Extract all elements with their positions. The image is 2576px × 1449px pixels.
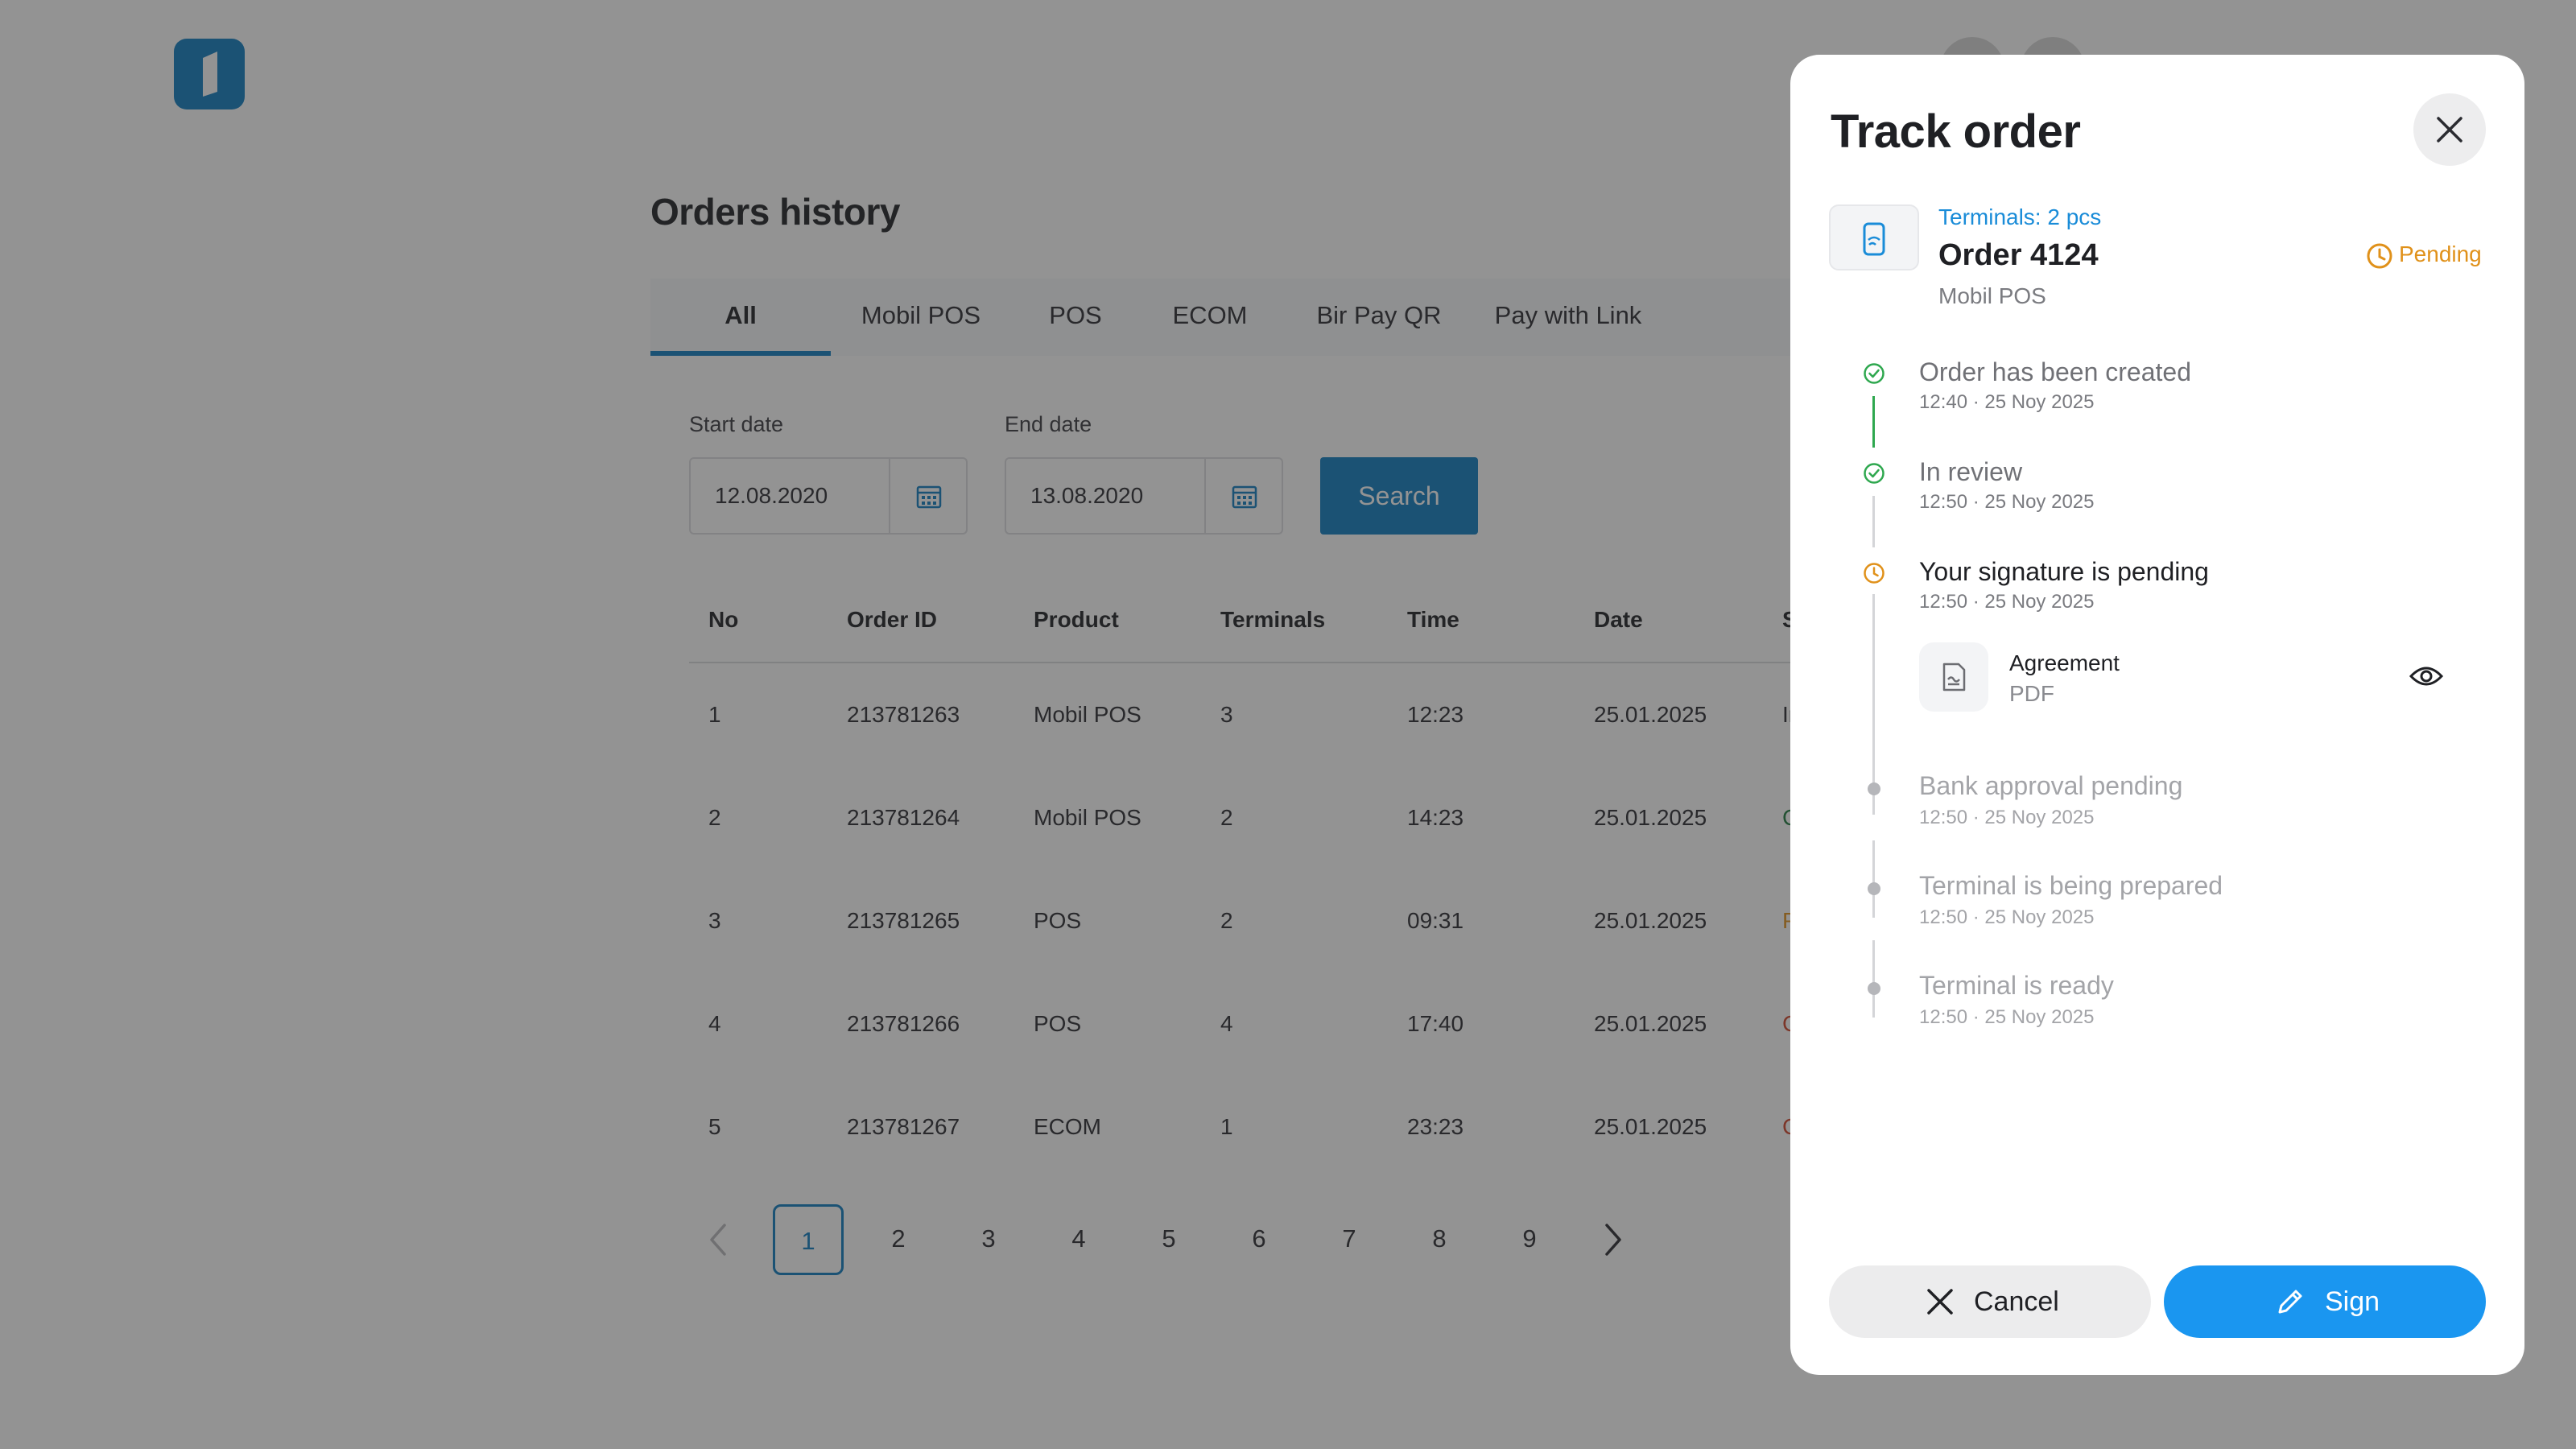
timeline-dot bbox=[1868, 982, 1880, 995]
document-type: PDF bbox=[2009, 681, 2054, 706]
check-circle-icon bbox=[1864, 363, 1885, 384]
close-icon bbox=[2437, 117, 2462, 142]
close-icon bbox=[1927, 1289, 1953, 1315]
sign-button-label: Sign bbox=[2325, 1286, 2380, 1317]
timeline-connector bbox=[1872, 840, 1875, 918]
timeline-step-title: Order has been created bbox=[1919, 357, 2191, 386]
timeline-dot bbox=[1868, 782, 1880, 795]
document-name[interactable]: Agreement bbox=[2009, 650, 2120, 676]
timeline-step-title: Bank approval pending bbox=[1919, 771, 2183, 800]
terminal-icon-box bbox=[1829, 204, 1919, 270]
timeline-step-time: 12:50 · 25 Noy 2025 bbox=[1919, 1006, 2095, 1028]
timeline-step-title: Terminal is being prepared bbox=[1919, 871, 2223, 900]
timeline-step-time: 12:50 · 25 Noy 2025 bbox=[1919, 906, 2095, 928]
status-badge-label: Pending bbox=[2399, 242, 2482, 266]
timeline-connector bbox=[1872, 396, 1875, 448]
timeline-step-time: 12:50 · 25 Noy 2025 bbox=[1919, 807, 2095, 828]
cancel-button-label: Cancel bbox=[1974, 1286, 2059, 1317]
check-circle-icon bbox=[1864, 463, 1885, 484]
timeline-step-time: 12:40 · 25 Noy 2025 bbox=[1919, 391, 2095, 413]
timeline-step-title: In review bbox=[1919, 457, 2023, 486]
order-number: Order 4124 bbox=[1938, 238, 2099, 272]
eye-icon[interactable] bbox=[2409, 663, 2444, 689]
timeline-step-time: 12:50 · 25 Noy 2025 bbox=[1919, 491, 2095, 513]
clock-icon bbox=[1864, 563, 1885, 584]
timeline-connector bbox=[1872, 594, 1875, 815]
document-icon bbox=[1942, 663, 1966, 691]
modal-title: Track order bbox=[1831, 105, 2081, 158]
clock-icon bbox=[2367, 243, 2392, 269]
pencil-icon bbox=[2278, 1290, 2302, 1314]
sign-button[interactable]: Sign bbox=[2164, 1265, 2486, 1338]
terminals-count: Terminals: 2 pcs bbox=[1938, 204, 2102, 229]
order-product: Mobil POS bbox=[1938, 283, 2046, 308]
timeline-step-time: 12:50 · 25 Noy 2025 bbox=[1919, 591, 2095, 613]
timeline-step-title: Your signature is pending bbox=[1919, 557, 2209, 586]
timeline-connector bbox=[1872, 940, 1875, 1018]
document-icon-box[interactable] bbox=[1919, 642, 1988, 712]
close-button[interactable] bbox=[2413, 93, 2486, 166]
timeline-dot bbox=[1868, 882, 1880, 895]
cancel-button[interactable]: Cancel bbox=[1829, 1265, 2151, 1338]
track-order-modal: Track order Terminals: 2 pcs Order 4124 … bbox=[1790, 55, 2524, 1375]
mobile-terminal-icon bbox=[1863, 222, 1885, 256]
timeline-step-title: Terminal is ready bbox=[1919, 971, 2114, 1000]
timeline-connector bbox=[1872, 496, 1875, 547]
